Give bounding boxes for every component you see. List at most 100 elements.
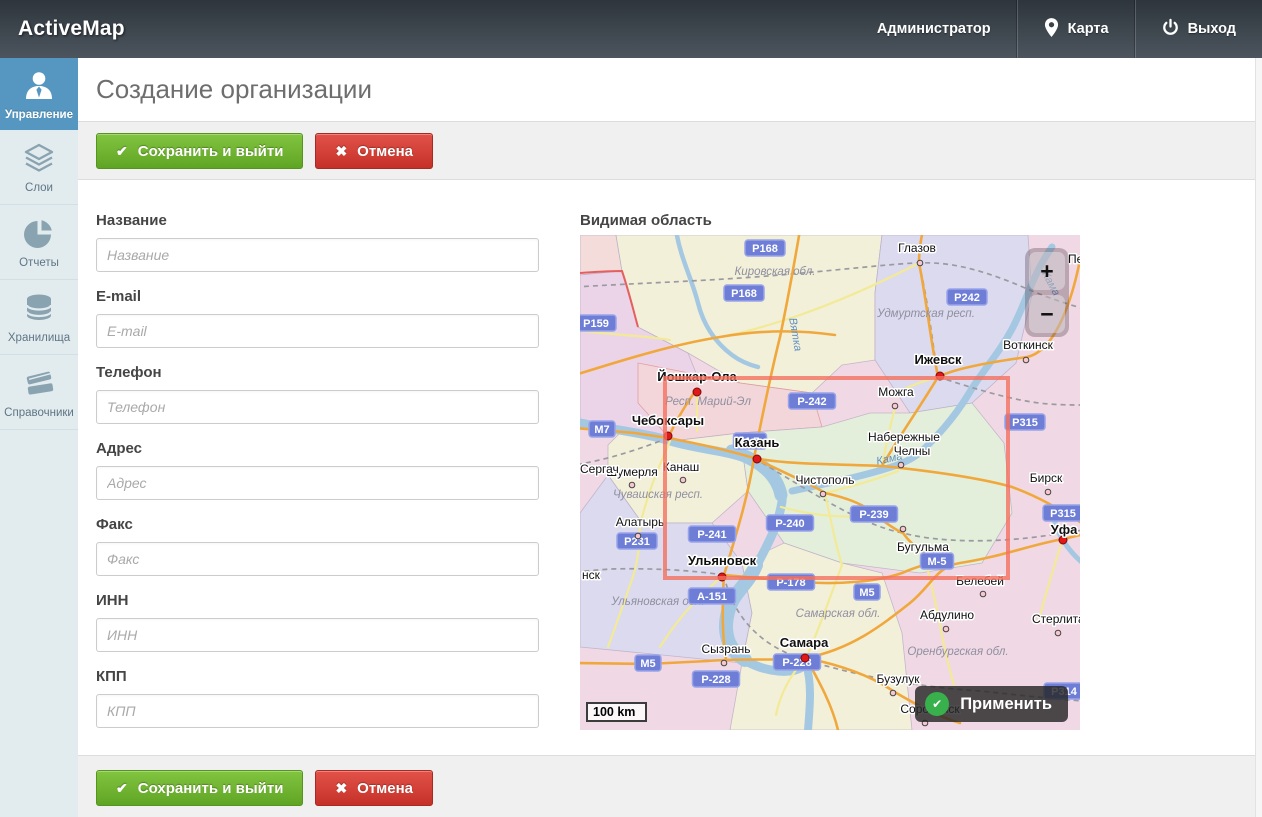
city-label: Чистополь [796, 473, 855, 487]
books-icon [21, 366, 57, 402]
map-link-label: Карта [1068, 21, 1109, 37]
form-fields: Название E-mail Телефон Адрес Факс ИНН КПП [96, 212, 539, 744]
field-input-inn[interactable] [96, 618, 539, 652]
field-input-email[interactable] [96, 314, 539, 348]
road-badge-label: Р315 [1050, 508, 1076, 520]
page-title: Создание организации [78, 58, 1262, 105]
map-canvas: Кировская обл. Удмуртская респ. Респ. Мари… [580, 235, 1080, 730]
topbar: ActiveMap Администратор Карта [0, 0, 1262, 58]
sidebar-item-label: Отчеты [19, 257, 59, 269]
save-button-label: Сохранить и выйти [138, 780, 284, 797]
city-label: Уфа [1051, 522, 1078, 537]
map-pin-icon [1044, 17, 1059, 42]
city-label: нск [582, 568, 601, 582]
user-name-label: Администратор [877, 21, 991, 37]
sidebar-item-layers[interactable]: Слои [0, 130, 78, 205]
field-input-fax[interactable] [96, 542, 539, 576]
city-label: Воткинск [1003, 338, 1053, 352]
field-input-kpp[interactable] [96, 694, 539, 728]
save-button[interactable]: ✔ Сохранить и выйти [96, 133, 303, 169]
town-dot [1055, 630, 1061, 636]
form-field-email: E-mail [96, 288, 539, 348]
field-label-address: Адрес [96, 440, 539, 457]
road-badge-label: М5 [859, 587, 874, 599]
sidebar-item-reports[interactable]: Отчеты [0, 205, 78, 280]
cancel-button-label: Отмена [357, 780, 413, 797]
page: ActiveMap Администратор Карта [0, 0, 1262, 817]
town-dot [1045, 489, 1051, 495]
sidebar-item-label: Справочники [4, 407, 74, 419]
town-dot [892, 403, 898, 409]
road-badge-label: Р-228 [701, 674, 730, 686]
city-label: Можга [878, 385, 914, 399]
town-dot [820, 491, 826, 497]
road-badge-label: Р168 [752, 243, 778, 255]
city-label: Бузулук [877, 672, 921, 686]
apply-button-label: Применить [960, 695, 1052, 714]
field-input-phone[interactable] [96, 390, 539, 424]
field-label-name: Название [96, 212, 539, 229]
field-input-name[interactable] [96, 238, 539, 272]
scrollbar[interactable] [1255, 58, 1262, 817]
check-icon: ✔ [116, 143, 128, 160]
form-field-phone: Телефон [96, 364, 539, 424]
region-label: Оренбургская обл. [907, 646, 1008, 658]
form-field-fax: Факс [96, 516, 539, 576]
map-link[interactable]: Карта [1018, 0, 1135, 58]
save-button-bottom[interactable]: ✔ Сохранить и выйти [96, 770, 303, 806]
sidebar-item-management[interactable]: Управление [0, 58, 78, 130]
field-label-fax: Факс [96, 516, 539, 533]
city-label: Набережные [868, 430, 940, 444]
user-menu[interactable]: Администратор [851, 0, 1017, 58]
field-label-email: E-mail [96, 288, 539, 305]
apply-button[interactable]: ✔ Применить [915, 686, 1068, 722]
app-logo: ActiveMap [18, 17, 125, 41]
database-icon [21, 291, 57, 327]
road-badge-label: М7 [594, 424, 609, 436]
region-label: Респ. Марий-Эл [665, 396, 751, 408]
road-badge-label: М-5 [928, 556, 947, 568]
sidebar-item-label: Слои [25, 182, 53, 194]
city-label: Алатырь [616, 515, 664, 529]
region-label: Удмуртская респ. [876, 308, 975, 320]
region-label: Самарская обл. [796, 608, 881, 620]
city-label: Канаш [663, 460, 700, 474]
cancel-button[interactable]: ✖ Отмена [315, 133, 433, 169]
city-dot [693, 388, 701, 396]
road-badge-label: Р159 [583, 318, 609, 330]
sidebar-item-directories[interactable]: Справочники [0, 355, 78, 430]
form-field-kpp: КПП [96, 668, 539, 728]
city-label: Челны [894, 444, 931, 458]
logout-label: Выход [1188, 21, 1236, 37]
field-label-kpp: КПП [96, 668, 539, 685]
form-field-inn: ИНН [96, 592, 539, 652]
user-icon [21, 68, 57, 104]
form-field-name: Название [96, 212, 539, 272]
city-label: Глазов [898, 241, 936, 255]
zoom-out-button[interactable]: − [1029, 295, 1065, 333]
city-dot [753, 455, 761, 463]
toolbar-bottom: ✔ Сохранить и выйти ✖ Отмена [78, 755, 1262, 817]
sidebar-item-label: Управление [5, 109, 73, 121]
road-badge-label: Р242 [954, 292, 980, 304]
road-badge-label: Р-240 [775, 518, 804, 530]
form-field-address: Адрес [96, 440, 539, 500]
town-dot [635, 533, 641, 539]
logout-button[interactable]: Выход [1136, 0, 1262, 58]
city-dot [1059, 536, 1067, 544]
visible-area-label: Видимая область [580, 212, 712, 229]
visible-area-map[interactable]: Кировская обл. Удмуртская респ. Респ. Мари… [580, 235, 1080, 730]
town-dot [721, 660, 727, 666]
zoom-in-button[interactable]: + [1029, 252, 1065, 290]
region-label: Чувашская респ. [613, 489, 703, 501]
map-scale: 100 km [586, 702, 647, 722]
town-dot [898, 462, 904, 468]
road-badge-label: Р-239 [859, 509, 888, 521]
cancel-button-bottom[interactable]: ✖ Отмена [315, 770, 433, 806]
city-label: Пе [1068, 252, 1080, 266]
city-label: Сергач [580, 462, 619, 476]
sidebar-item-storages[interactable]: Хранилища [0, 280, 78, 355]
city-label: Чебоксары [632, 413, 704, 428]
field-input-address[interactable] [96, 466, 539, 500]
region-label: Кировская обл. [735, 266, 816, 278]
